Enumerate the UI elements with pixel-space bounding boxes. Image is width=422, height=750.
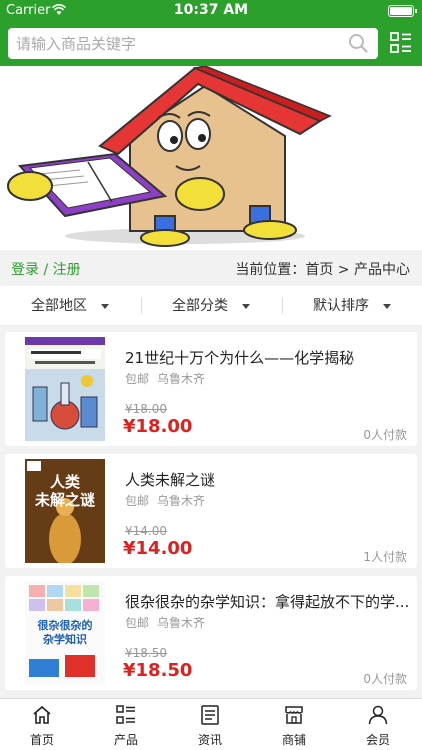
login-register-link[interactable]: 登录 / 注册 bbox=[11, 259, 81, 279]
list-icon bbox=[116, 705, 135, 724]
home-icon bbox=[33, 705, 51, 724]
product-item[interactable]: 21世纪十万个为什么——化学揭秘 包邮 乌鲁木齐 ¥18.00 ¥18.00 0人… bbox=[5, 332, 417, 446]
filter-bar: 全部地区 全部分类 默认排序 bbox=[0, 286, 422, 326]
filter-category[interactable]: 全部分类 bbox=[141, 286, 281, 326]
tab-shop[interactable]: 商铺 bbox=[252, 699, 336, 750]
news-icon bbox=[201, 705, 219, 725]
location-label: 乌鲁木齐 bbox=[157, 616, 206, 630]
tab-member-label: 会员 bbox=[365, 733, 390, 747]
shipping-label: 包邮 bbox=[125, 372, 150, 386]
sold-count: 0人付款 bbox=[363, 672, 407, 686]
filter-category-label: 全部分类 bbox=[172, 298, 228, 314]
dropdown-arrow-icon bbox=[383, 303, 391, 309]
dropdown-arrow-icon bbox=[101, 303, 109, 309]
tab-products[interactable]: 产品 bbox=[84, 699, 168, 750]
sale-price: ¥18.50 bbox=[123, 660, 193, 681]
search-box[interactable] bbox=[8, 28, 378, 59]
product-title[interactable]: 很杂很杂的杂学知识：拿得起放不下的学... bbox=[125, 591, 415, 612]
cover-title: 人类 未解之谜 bbox=[34, 473, 95, 509]
product-thumbnail[interactable]: 人类 未解之谜 bbox=[25, 459, 105, 563]
tab-shop-label: 商铺 bbox=[281, 733, 306, 747]
tab-news[interactable]: 资讯 bbox=[168, 699, 252, 750]
tab-member[interactable]: 会员 bbox=[336, 699, 420, 750]
member-icon bbox=[368, 705, 388, 725]
product-thumbnail[interactable] bbox=[25, 337, 105, 441]
cover-title: 很杂很杂的 杂学知识 bbox=[37, 619, 93, 646]
product-item[interactable]: 很杂很杂的 杂学知识 很杂很杂的杂学知识：拿得起放不下的学... 包邮 乌鲁木齐 … bbox=[5, 576, 417, 690]
category-menu-icon[interactable] bbox=[390, 32, 412, 54]
original-price: ¥18.50 bbox=[125, 646, 167, 660]
filter-sort-label: 默认排序 bbox=[313, 298, 369, 314]
location-label: 乌鲁木齐 bbox=[157, 494, 206, 508]
breadcrumb-bar: 登录 / 注册 当前位置：首页 > 产品中心 bbox=[0, 250, 422, 286]
shop-icon bbox=[285, 706, 303, 724]
reading-house-illustration bbox=[7, 66, 332, 247]
status-bar: Carrier 10:37 AM bbox=[0, 0, 422, 22]
banner-image[interactable] bbox=[0, 66, 422, 250]
clock: 10:37 AM bbox=[173, 2, 249, 18]
original-price: ¥18.00 bbox=[125, 402, 167, 416]
sold-count: 1人付款 bbox=[363, 550, 407, 564]
search-input[interactable] bbox=[16, 32, 336, 55]
shipping-label: 包邮 bbox=[125, 616, 150, 630]
product-item[interactable]: 人类 未解之谜 人类未解之谜 包邮 乌鲁木齐 ¥14.00 ¥14.00 1人付款 bbox=[5, 454, 417, 568]
tab-home[interactable]: 首页 bbox=[0, 699, 84, 750]
location-label: 乌鲁木齐 bbox=[157, 372, 206, 386]
breadcrumb: 当前位置：首页 > 产品中心 bbox=[235, 262, 410, 278]
shipping-label: 包邮 bbox=[125, 494, 150, 508]
dropdown-arrow-icon bbox=[242, 303, 250, 309]
tab-news-label: 资讯 bbox=[197, 733, 222, 747]
battery-icon bbox=[388, 5, 417, 17]
sold-count: 0人付款 bbox=[363, 428, 407, 442]
bottom-tab-bar: 首页 产品 资讯 商铺 会员 bbox=[0, 698, 422, 750]
search-header bbox=[0, 22, 422, 66]
product-meta: 包邮 乌鲁木齐 bbox=[125, 614, 205, 631]
original-price: ¥14.00 bbox=[125, 524, 167, 538]
search-icon[interactable] bbox=[348, 33, 368, 53]
sale-price: ¥18.00 bbox=[123, 416, 193, 437]
product-title[interactable]: 人类未解之谜 bbox=[125, 469, 415, 490]
filter-region[interactable]: 全部地区 bbox=[0, 286, 140, 326]
sale-price: ¥14.00 bbox=[123, 538, 193, 559]
tab-home-label: 首页 bbox=[29, 733, 54, 747]
product-meta: 包邮 乌鲁木齐 bbox=[125, 370, 205, 387]
product-thumbnail[interactable]: 很杂很杂的 杂学知识 bbox=[25, 581, 105, 685]
filter-sort[interactable]: 默认排序 bbox=[282, 286, 422, 326]
filter-region-label: 全部地区 bbox=[31, 298, 87, 314]
product-title[interactable]: 21世纪十万个为什么——化学揭秘 bbox=[125, 347, 415, 368]
product-meta: 包邮 乌鲁木齐 bbox=[125, 492, 205, 509]
tab-products-label: 产品 bbox=[113, 733, 138, 747]
